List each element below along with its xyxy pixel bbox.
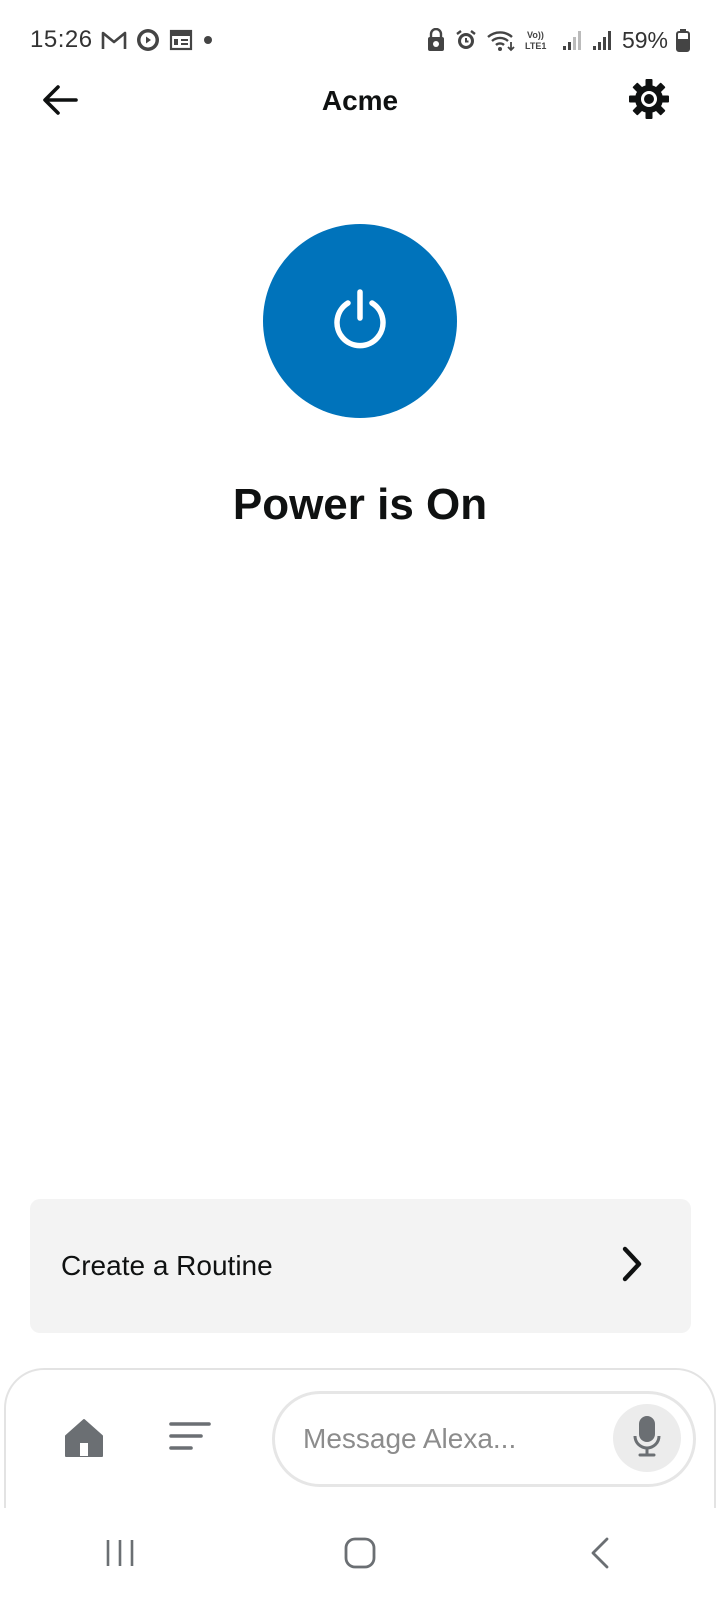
message-input[interactable] (303, 1423, 603, 1455)
bottom-bar (4, 1368, 716, 1508)
home-icon (62, 1419, 106, 1464)
power-toggle-button[interactable] (263, 224, 457, 418)
status-left: 15:26 (30, 26, 215, 54)
recents-icon (104, 1538, 136, 1573)
svg-text:LTE1: LTE1 (525, 41, 546, 51)
routine-label: Create a Routine (61, 1250, 273, 1281)
microphone-icon (632, 1414, 662, 1463)
recents-button[interactable] (80, 1525, 160, 1585)
home-button[interactable] (320, 1525, 400, 1585)
app-header: Acme (0, 66, 720, 136)
system-nav-bar (0, 1510, 720, 1600)
chevron-right-icon (621, 1246, 643, 1287)
arrow-left-icon (42, 84, 78, 121)
alarm-icon (454, 28, 478, 52)
calendar-icon (169, 28, 193, 52)
back-nav-button[interactable] (560, 1525, 640, 1585)
battery-percent: 59% (621, 26, 668, 53)
wifi-icon (486, 28, 516, 52)
device-control-screen: 15:26 Vo)) LTE1 59% Acme Power is On Cre… (0, 0, 720, 1600)
signal-icon (592, 29, 614, 51)
status-right: Vo)) LTE1 59% (426, 27, 690, 54)
settings-button[interactable] (624, 76, 674, 126)
media-play-icon (135, 27, 161, 53)
power-icon (330, 288, 390, 355)
lock-icon (426, 28, 446, 52)
create-routine-button[interactable]: Create a Routine (30, 1199, 691, 1333)
menu-lines-icon (169, 1422, 211, 1458)
gmail-icon (101, 29, 127, 51)
svg-text:Vo)): Vo)) (527, 30, 544, 40)
back-button[interactable] (36, 78, 84, 126)
power-status-text: Power is On (232, 480, 488, 529)
back-chevron-icon (589, 1536, 611, 1575)
volte-icon: Vo)) LTE1 (524, 28, 554, 52)
home-tab[interactable] (62, 1416, 110, 1464)
page-title: Acme (321, 85, 399, 116)
home-circle-icon (343, 1536, 377, 1575)
status-time: 15:26 (30, 26, 93, 53)
dot-icon (201, 33, 215, 47)
signal-icon (562, 29, 584, 51)
gear-icon (627, 77, 671, 126)
microphone-button[interactable] (613, 1404, 681, 1472)
battery-icon (676, 28, 690, 52)
activity-tab[interactable] (169, 1420, 217, 1460)
message-alexa-field[interactable] (272, 1391, 696, 1487)
